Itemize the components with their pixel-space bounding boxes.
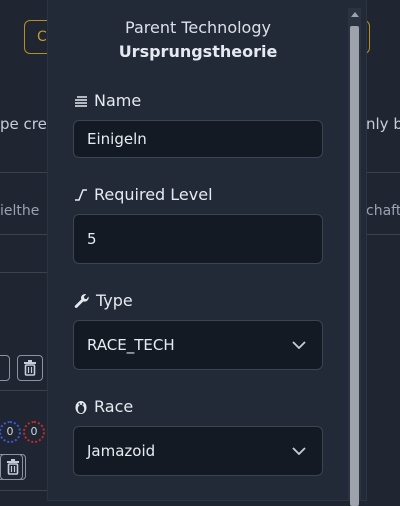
background-delete-button[interactable] [17,355,43,381]
name-label: Name [74,91,141,110]
parent-technology-label: Parent Technology [125,18,271,37]
background-divider [366,234,400,235]
background-edit-button[interactable] [0,355,10,381]
background-divider [0,272,48,273]
name-input-value: Einigeln [87,130,147,148]
race-label-text: Race [94,397,134,416]
name-input[interactable]: Einigeln [73,120,323,158]
technology-edit-modal: Parent Technology Ursprungstheorie Name … [48,0,366,500]
background-badge-red: 0 [23,421,45,443]
chevron-down-icon [292,447,306,455]
text-lines-icon [75,95,87,107]
required-level-label-text: Required Level [94,185,213,204]
background-divider [366,172,400,173]
background-tab-left[interactable]: ielthe [0,203,39,219]
scroll-up-arrow-icon[interactable] [351,12,359,17]
level-curve-icon [75,188,87,201]
penguin-icon [75,400,87,414]
background-delete-button[interactable] [0,454,26,480]
type-label: Type [74,291,133,310]
background-divider [0,390,48,391]
race-label: Race [74,397,133,416]
required-level-input[interactable]: 5 [73,214,323,264]
background-divider [0,490,48,491]
background-divider [0,234,48,235]
background-text-left: pe cre [0,115,47,133]
type-label-text: Type [96,291,133,310]
trash-icon [24,360,36,376]
trash-icon [7,459,19,475]
type-select-value: RACE_TECH [87,336,175,354]
chevron-down-icon [292,341,306,349]
background-text-right: nly b [366,115,400,133]
name-label-text: Name [94,91,142,110]
type-select[interactable]: RACE_TECH [73,320,323,370]
wrench-icon [74,293,89,308]
modal-scrollbar[interactable] [348,8,361,506]
scrollbar-thumb[interactable] [350,26,359,506]
race-select-value: Jamazoid [87,442,156,460]
required-level-label: Required Level [74,185,213,204]
background-tab-right[interactable]: chafte [366,203,400,219]
background-badge-blue: 0 [0,421,21,443]
required-level-input-value: 5 [87,230,97,248]
race-select[interactable]: Jamazoid [73,426,323,476]
background-divider [0,172,48,173]
parent-technology-value: Ursprungstheorie [118,42,278,61]
